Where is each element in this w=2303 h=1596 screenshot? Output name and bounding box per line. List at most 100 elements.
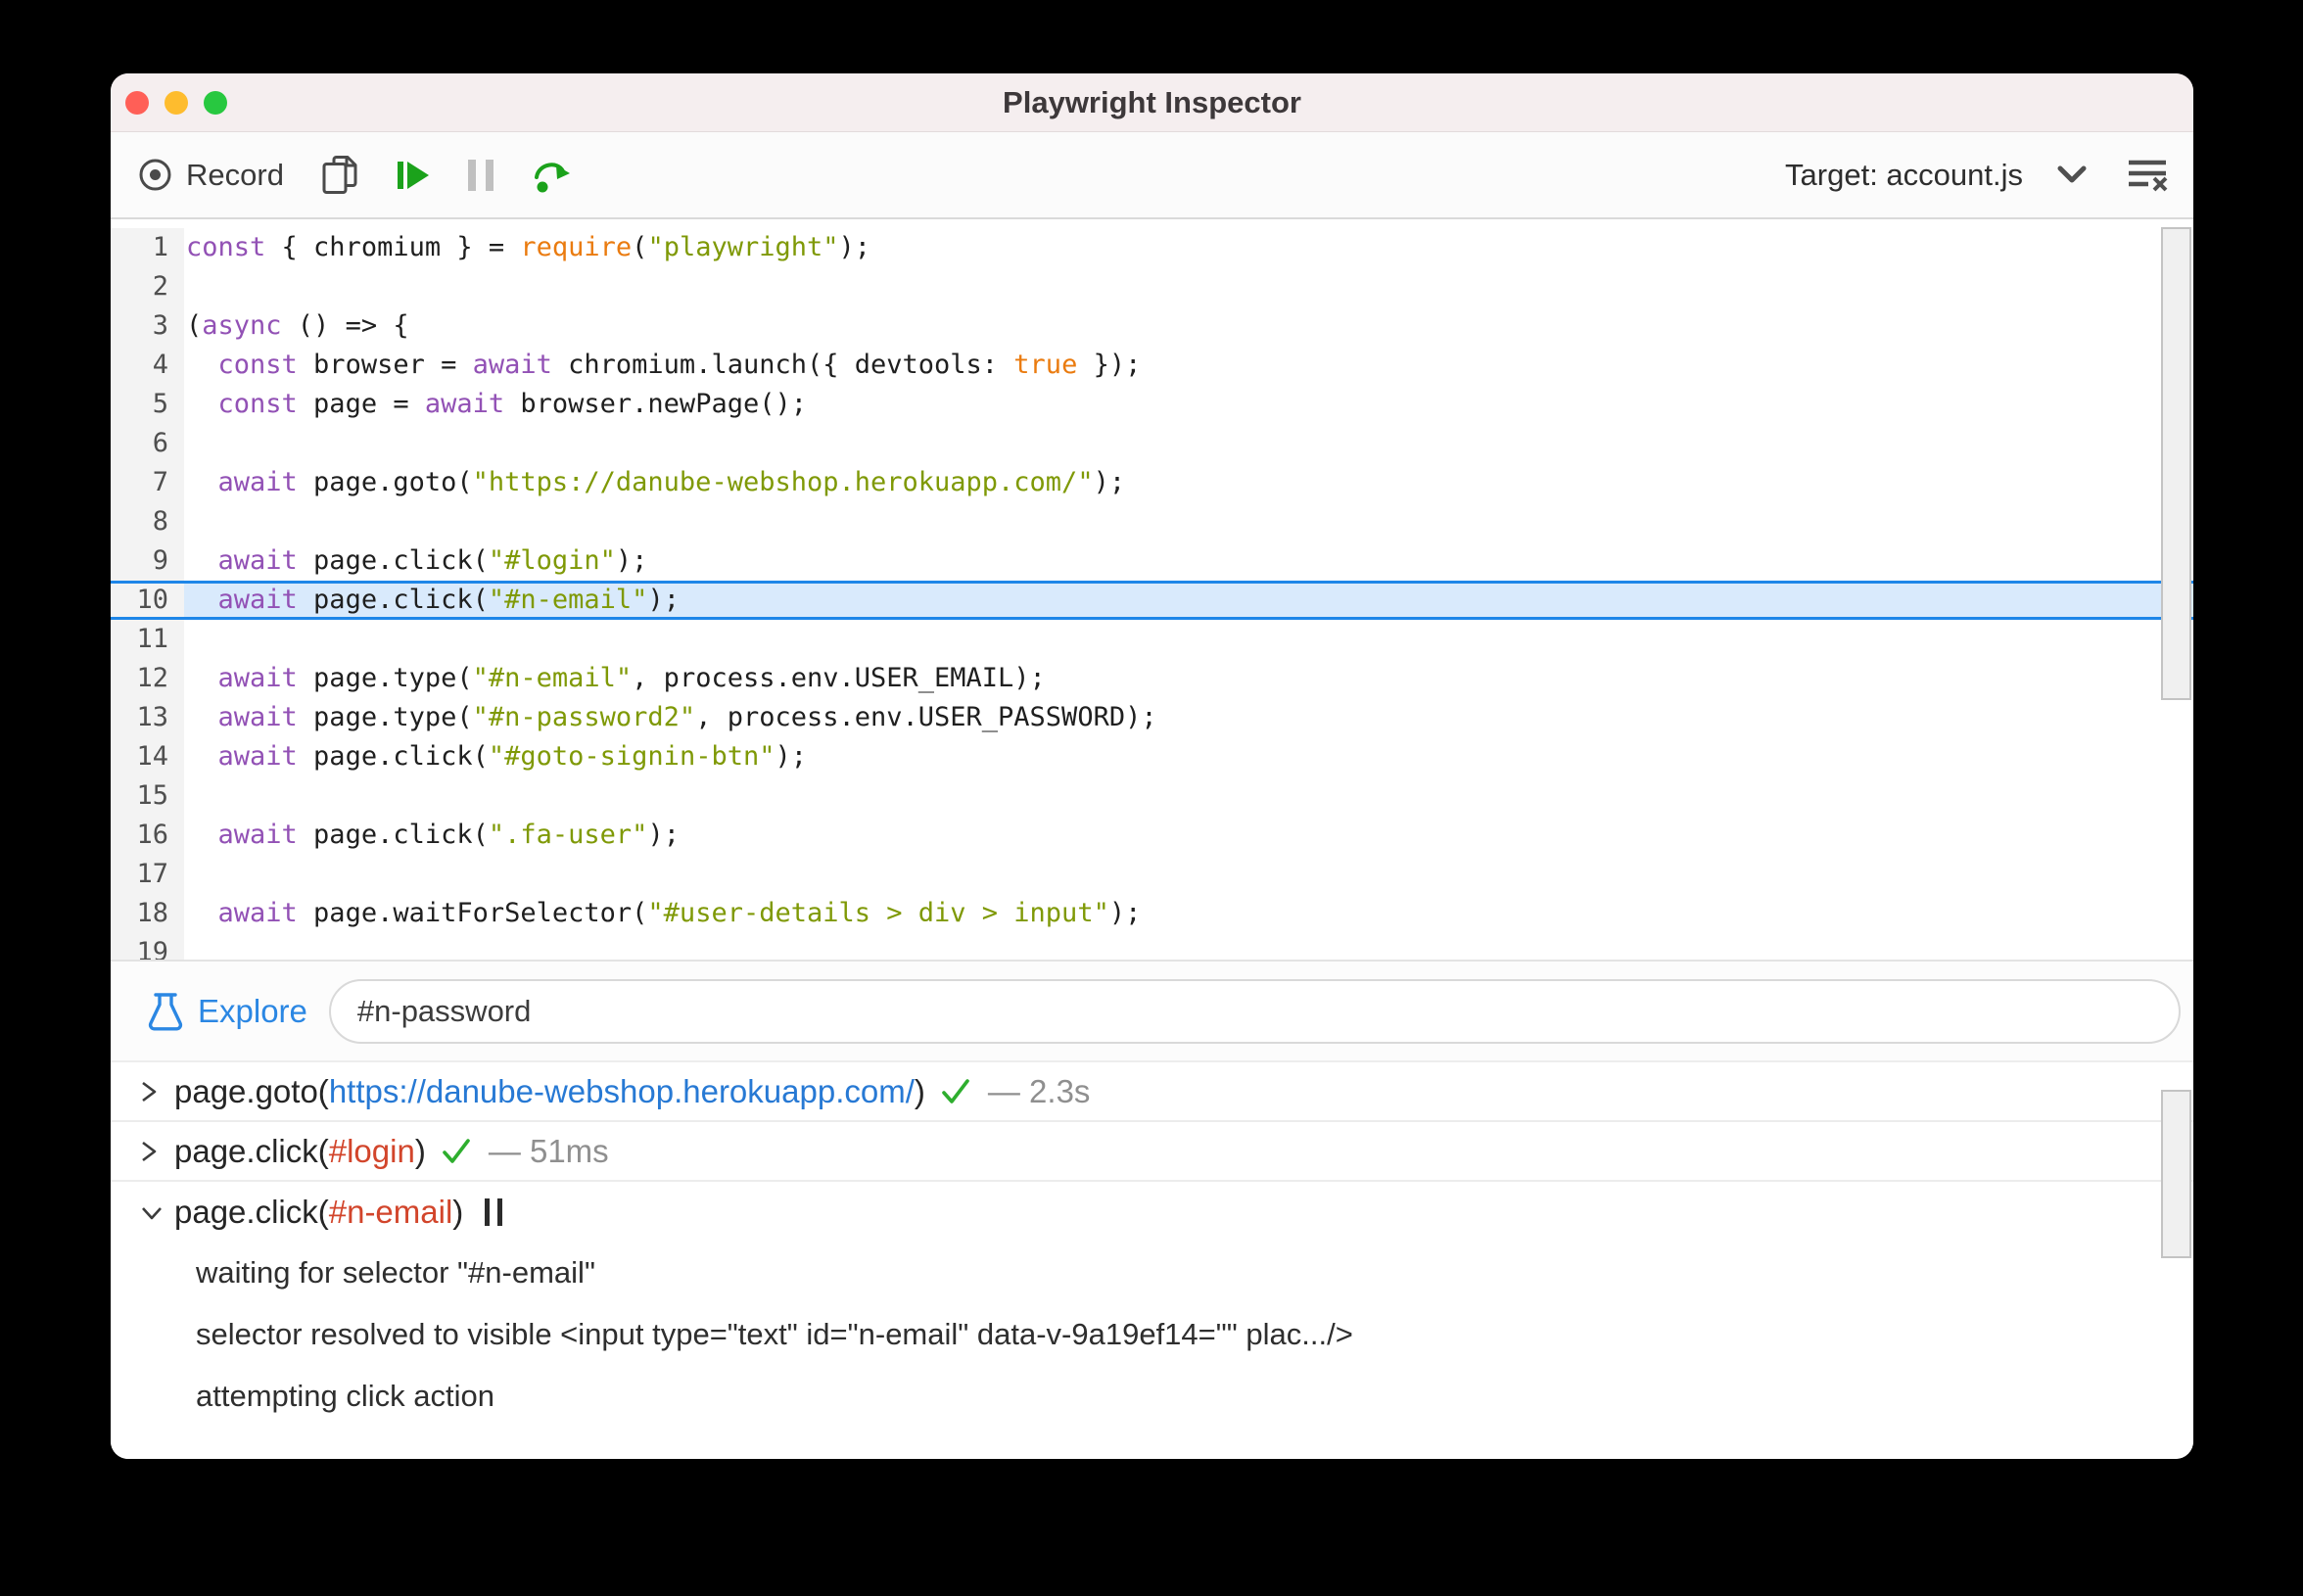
explore-bar: Explore xyxy=(111,960,2193,1062)
line-number: 12 xyxy=(111,659,184,698)
chevron-right-icon[interactable] xyxy=(137,1077,174,1106)
code-line: 1 const { chromium } = require("playwrigh… xyxy=(111,228,2193,267)
chevron-right-icon[interactable] xyxy=(137,1137,174,1166)
fullscreen-window-button[interactable] xyxy=(204,91,227,115)
code-line: 15 xyxy=(111,776,2193,816)
target-selector-label[interactable]: Target: account.js xyxy=(1785,158,2023,193)
selector-explore-input[interactable] xyxy=(328,978,2181,1044)
line-number: 1 xyxy=(111,228,184,267)
chevron-down-icon[interactable] xyxy=(137,1200,174,1224)
code-line: 4 const browser = await chromium.launch(… xyxy=(111,346,2193,385)
code-line: 6 xyxy=(111,424,2193,463)
line-number: 2 xyxy=(111,267,184,306)
code-line: 10 await page.click("#n-email"); xyxy=(111,581,2193,620)
chevron-down-icon[interactable] xyxy=(2056,164,2088,186)
code-line: 7 await page.goto("https://danube-websho… xyxy=(111,463,2193,502)
minimize-window-button[interactable] xyxy=(164,91,188,115)
titlebar: Playwright Inspector xyxy=(111,73,2193,132)
code-text: await page.type("#n-password2", process.… xyxy=(217,702,1157,732)
resume-button[interactable] xyxy=(396,158,431,193)
code-line: 5 const page = await browser.newPage(); xyxy=(111,385,2193,424)
code-line: 13 await page.type("#n-password2", proce… xyxy=(111,698,2193,737)
log-list: page.goto(https://danube-webshop.herokua… xyxy=(111,1062,2193,1427)
code-editor: 1 const { chromium } = require("playwrigh… xyxy=(111,219,2193,960)
code-line: 16 await page.click(".fa-user"); xyxy=(111,816,2193,855)
line-number: 18 xyxy=(111,894,184,933)
pause-button[interactable] xyxy=(467,159,494,191)
line-number: 11 xyxy=(111,620,184,659)
resume-icon xyxy=(396,158,431,193)
log-entry-text: page.click(#login) xyxy=(174,1132,426,1169)
step-over-icon xyxy=(531,156,572,195)
success-check-icon xyxy=(939,1076,972,1107)
line-number: 5 xyxy=(111,385,184,424)
toolbar: Record Target: account.js xyxy=(111,132,2193,219)
code-line: 2 xyxy=(111,267,2193,306)
record-icon xyxy=(137,157,173,193)
line-number: 3 xyxy=(111,306,184,346)
log-entry-text: page.click(#n-email) xyxy=(174,1193,464,1230)
paused-icon xyxy=(485,1197,503,1226)
code-scrollbar[interactable] xyxy=(2161,227,2191,700)
window-title: Playwright Inspector xyxy=(1003,85,1301,119)
traffic-lights xyxy=(125,91,227,115)
clear-log-button[interactable] xyxy=(2127,159,2168,192)
code-text: await page.type("#n-email", process.env.… xyxy=(217,663,1046,693)
close-window-button[interactable] xyxy=(125,91,149,115)
line-number: 6 xyxy=(111,424,184,463)
line-number: 4 xyxy=(111,346,184,385)
copy-button[interactable] xyxy=(321,155,358,196)
explore-label[interactable]: Explore xyxy=(198,993,307,1030)
duration-label: — 51ms xyxy=(488,1132,609,1169)
line-number: 10 xyxy=(111,581,184,620)
code-line: 18 await page.waitForSelector("#user-det… xyxy=(111,894,2193,933)
line-number: 7 xyxy=(111,463,184,502)
log-scrollbar[interactable] xyxy=(2161,1090,2191,1258)
line-number: 8 xyxy=(111,502,184,541)
pause-icon xyxy=(467,159,494,191)
code-text: const { chromium } = require("playwright… xyxy=(186,232,871,262)
log-entry[interactable]: page.goto(https://danube-webshop.herokua… xyxy=(111,1062,2193,1122)
code-text: const page = await browser.newPage(); xyxy=(217,389,807,419)
code-text: await page.click("#n-email"); xyxy=(217,585,680,615)
code-text: (async () => { xyxy=(186,310,409,341)
log-entry[interactable]: page.click(#login) — 51ms xyxy=(111,1122,2193,1182)
code-text: const browser = await chromium.launch({ … xyxy=(217,350,1142,380)
line-number: 19 xyxy=(111,933,184,960)
log-detail-line: attempting click action xyxy=(196,1379,494,1413)
code-text: await page.click("#login"); xyxy=(217,545,648,576)
line-number: 14 xyxy=(111,737,184,776)
log-detail-line: selector resolved to visible <input type… xyxy=(196,1317,1353,1351)
log-selector: #n-email xyxy=(328,1193,453,1230)
log-detail-line: waiting for selector "#n-email" xyxy=(196,1255,595,1290)
code-line: 12 await page.type("#n-email", process.e… xyxy=(111,659,2193,698)
log-entry[interactable]: page.click(#n-email) xyxy=(111,1182,2193,1242)
log-url-link[interactable]: https://danube-webshop.herokuapp.com/ xyxy=(329,1073,915,1109)
screen: Playwright Inspector Record Target: acco… xyxy=(0,0,2303,1596)
record-label: Record xyxy=(186,157,284,192)
code-text: await page.goto("https://danube-webshop.… xyxy=(217,467,1126,497)
log-entry-details: waiting for selector "#n-email" selector … xyxy=(111,1242,2193,1427)
step-over-button[interactable] xyxy=(531,156,572,195)
log-selector: #login xyxy=(328,1132,415,1169)
line-number: 9 xyxy=(111,541,184,581)
code-line: 8 xyxy=(111,502,2193,541)
code-line: 14 await page.click("#goto-signin-btn"); xyxy=(111,737,2193,776)
line-number: 13 xyxy=(111,698,184,737)
line-number: 15 xyxy=(111,776,184,816)
log-entry-text: page.goto(https://danube-webshop.herokua… xyxy=(174,1072,925,1109)
playwright-inspector-window: Playwright Inspector Record Target: acco… xyxy=(111,73,2193,1459)
record-button[interactable]: Record xyxy=(137,157,284,193)
success-check-icon xyxy=(440,1136,473,1167)
duration-label: — 2.3s xyxy=(987,1072,1091,1109)
line-number: 16 xyxy=(111,816,184,855)
line-number: 17 xyxy=(111,855,184,894)
code-line: 17 xyxy=(111,855,2193,894)
code-text: await page.click("#goto-signin-btn"); xyxy=(217,741,807,772)
code-line: 11 xyxy=(111,620,2193,659)
